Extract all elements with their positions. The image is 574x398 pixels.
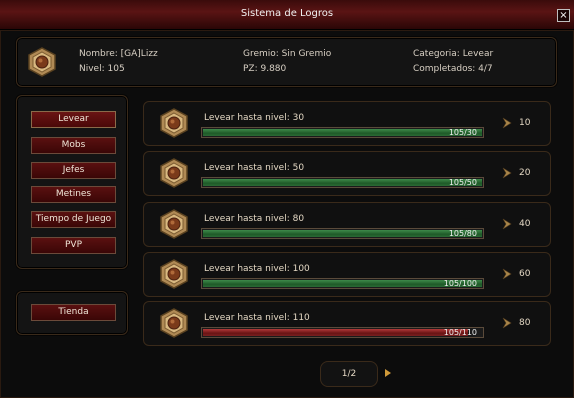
profile-level: Nivel: 105 (79, 64, 125, 74)
progress-count: 105/30 (448, 128, 477, 137)
progress-count: 105/50 (448, 178, 477, 187)
achievement-medal-icon (160, 259, 188, 289)
achievement-medal-icon (160, 158, 188, 188)
profile-pz: PZ: 9.880 (243, 64, 287, 74)
progress-count: 105/100 (443, 279, 477, 288)
category-button-jefes[interactable]: Jefes (31, 162, 116, 179)
progress-count: 105/110 (443, 328, 477, 337)
reward-arrow-icon (502, 317, 512, 329)
progress-fill (203, 129, 482, 136)
profile-guild: Gremio: Sin Gremio (243, 49, 332, 59)
achievement-row: Levear hasta nivel: 80 105/80 40 (143, 202, 551, 247)
achievement-name: Levear hasta nivel: 100 (204, 264, 310, 274)
achievement-row: Levear hasta nivel: 100 105/100 60 (143, 252, 551, 297)
shop-panel: Tienda (16, 291, 128, 335)
achievement-medal-icon (28, 47, 56, 77)
achievement-row: Levear hasta nivel: 30 105/30 10 (143, 101, 551, 146)
achievement-progress-bar: 105/30 (201, 127, 484, 138)
achievement-medal-icon (160, 209, 188, 239)
progress-fill (203, 179, 482, 186)
profile-panel: Nombre: [GA]Lizz Nivel: 105 Gremio: Sin … (16, 37, 557, 87)
achievement-row: Levear hasta nivel: 110 105/110 80 (143, 301, 551, 346)
category-button-pvp[interactable]: PVP (31, 237, 116, 254)
achievement-row: Levear hasta nivel: 50 105/50 20 (143, 151, 551, 196)
category-panel: Levear Mobs Jefes Metines Tiempo de Jueg… (16, 95, 128, 269)
reward-arrow-icon (502, 268, 512, 280)
progress-fill (203, 280, 482, 287)
achievement-medal-icon (160, 308, 188, 338)
next-page-icon[interactable] (385, 369, 391, 377)
reward-arrow-icon (502, 117, 512, 129)
category-button-levear[interactable]: Levear (31, 111, 116, 128)
achievement-progress-bar: 105/80 (201, 228, 484, 239)
progress-count: 105/80 (448, 229, 477, 238)
achievement-progress-bar: 105/50 (201, 177, 484, 188)
reward-arrow-icon (502, 218, 512, 230)
achievement-points: 80 (519, 318, 531, 328)
progress-fill (203, 329, 468, 336)
profile-category: Categoria: Levear (413, 49, 494, 59)
page-indicator: 1/2 (320, 361, 378, 387)
title-bar: Sistema de Logros × (0, 0, 574, 30)
category-button-tiempo-de-juego[interactable]: Tiempo de Juego (31, 211, 116, 228)
close-button[interactable]: × (557, 9, 570, 22)
window-title: Sistema de Logros (240, 8, 334, 19)
achievement-points: 20 (519, 168, 531, 178)
achievement-points: 40 (519, 219, 531, 229)
progress-fill (203, 230, 482, 237)
achievement-points: 10 (519, 118, 531, 128)
achievement-name: Levear hasta nivel: 80 (204, 214, 305, 224)
achievement-progress-bar: 105/110 (201, 327, 484, 338)
profile-completed: Completados: 4/7 (413, 64, 493, 74)
achievement-name: Levear hasta nivel: 50 (204, 163, 305, 173)
achievement-name: Levear hasta nivel: 30 (204, 113, 305, 123)
reward-arrow-icon (502, 167, 512, 179)
achievement-progress-bar: 105/100 (201, 278, 484, 289)
category-button-mobs[interactable]: Mobs (31, 137, 116, 154)
profile-name: Nombre: [GA]Lizz (79, 49, 158, 59)
achievement-points: 60 (519, 269, 531, 279)
shop-button[interactable]: Tienda (31, 304, 116, 321)
achievement-medal-icon (160, 108, 188, 138)
category-button-metines[interactable]: Metines (31, 186, 116, 203)
achievement-name: Levear hasta nivel: 110 (204, 313, 310, 323)
